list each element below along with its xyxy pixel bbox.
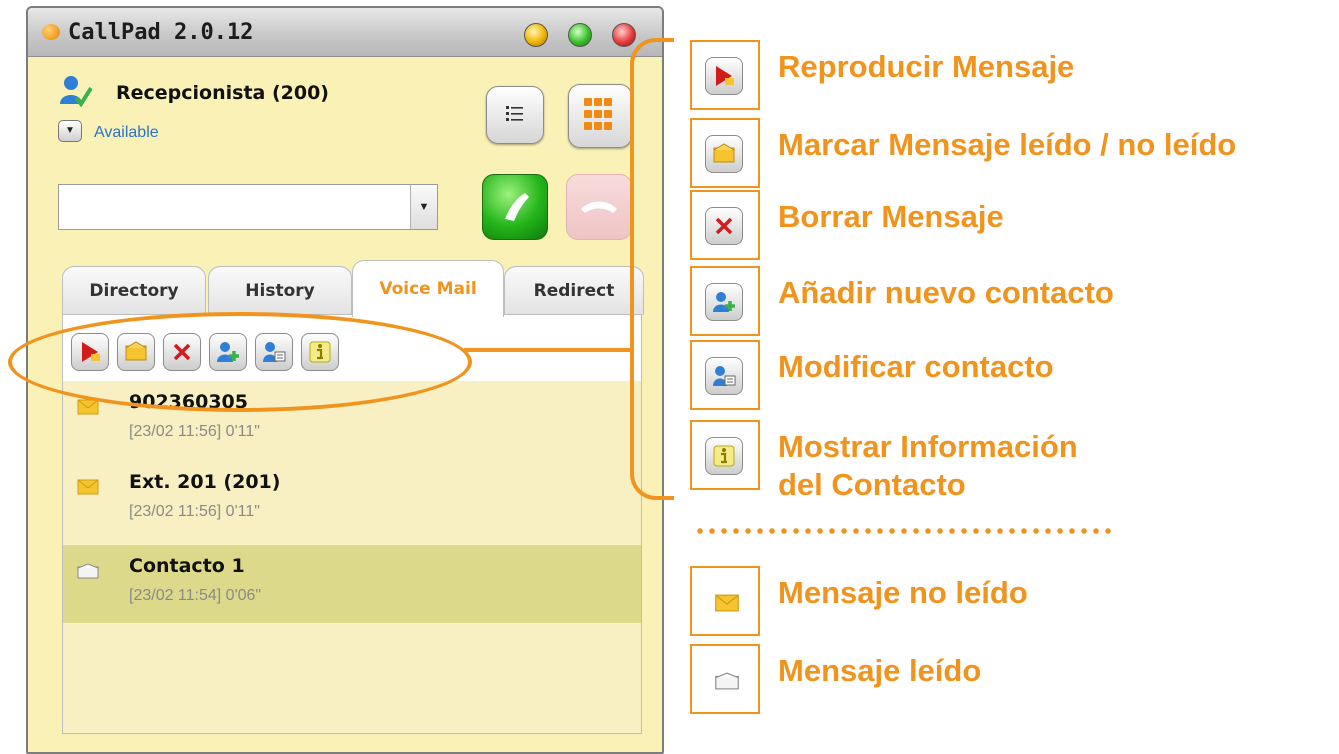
callout-line [464,348,634,352]
read-envelope-icon [77,563,99,579]
number-dropdown-arrow[interactable]: ▼ [410,185,437,229]
call-button[interactable] [482,174,548,240]
legend-label: Marcar Mensaje leído / no leído [778,127,1237,162]
number-input[interactable]: ▼ [58,184,438,230]
legend-label: Reproducir Mensaje [778,49,1075,84]
legend-label: Mostrar Información del Contacto [778,429,1078,502]
user-name: Recepcionista (200) [116,82,329,104]
list-icon [506,106,523,121]
maximize-button[interactable] [568,23,592,47]
info-icon [713,445,735,467]
message-timestamp: [23/02 11:54] 0'06" [129,587,262,604]
legend-label: Mensaje leído [778,653,982,688]
title-bar[interactable]: CallPad 2.0.12 [28,8,662,57]
message-list: 902360305 [23/02 11:56] 0'11" Ext. 201 (… [63,381,641,733]
message-caller: Contacto 1 [129,555,245,577]
add-contact-icon [713,292,735,312]
status-label[interactable]: Available [94,124,159,142]
legend-label: Modificar contacto [778,349,1054,384]
dialpad-icon [584,98,614,132]
phone-icon [505,193,529,221]
legend-bracket [630,38,674,500]
hangup-icon [581,201,617,213]
tab-voice-mail[interactable]: Voice Mail [352,260,504,317]
hangup-button[interactable] [566,174,632,240]
dialpad-button[interactable] [568,84,632,148]
toolbar-highlight-ellipse [8,312,472,412]
contact-list-button[interactable] [486,86,544,144]
list-item-selected[interactable]: Contacto 1 [23/02 11:54] 0'06" [63,545,641,623]
unread-envelope-icon [77,399,99,415]
edit-contact-icon [713,366,736,386]
read-envelope-icon [715,672,739,690]
message-timestamp: [23/02 11:56] 0'11" [129,503,260,520]
user-avatar-icon [60,76,92,108]
tab-directory[interactable]: Directory [62,266,206,315]
play-message-icon [716,66,734,86]
dotted-separator [694,528,1114,534]
unread-envelope-icon [715,594,739,612]
legend-label: Añadir nuevo contacto [778,275,1114,310]
status-dropdown-button[interactable]: ▼ [58,120,82,142]
list-item[interactable]: Ext. 201 (201) [23/02 11:56] 0'11" [63,461,641,539]
message-timestamp: [23/02 11:56] 0'11" [129,423,260,440]
close-button[interactable] [612,23,636,47]
window-title: CallPad 2.0.12 [68,20,254,45]
tab-history[interactable]: History [208,266,352,315]
app-logo-icon [42,24,60,40]
tab-redirect[interactable]: Redirect [504,266,644,315]
unread-envelope-icon [77,479,99,495]
legend-label: Mensaje no leído [778,575,1028,610]
mark-read-icon [713,143,735,163]
message-caller: Ext. 201 (201) [129,471,281,493]
minimize-button[interactable] [524,23,548,47]
delete-icon [715,217,733,235]
legend-label: Borrar Mensaje [778,199,1004,234]
